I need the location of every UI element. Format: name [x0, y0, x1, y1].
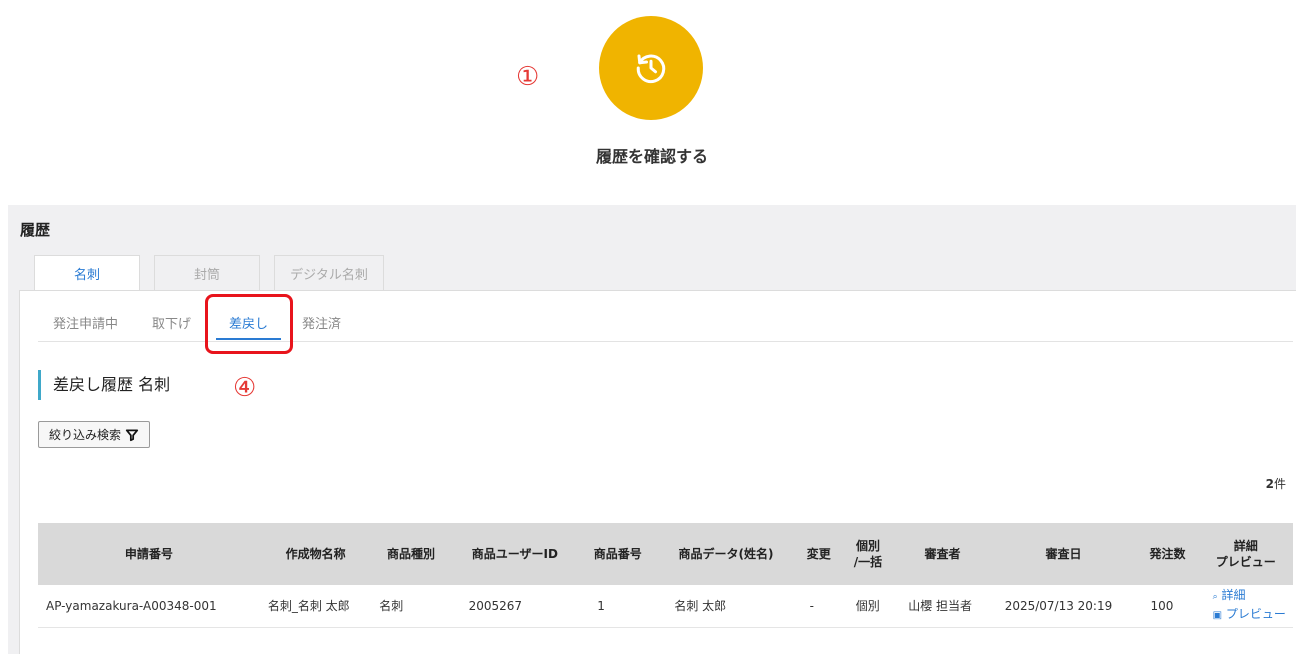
tab-meishi[interactable]: 名刺: [34, 255, 140, 292]
product-tabs: 名刺 封筒 デジタル名刺: [34, 255, 384, 292]
cell-product-number: 1: [597, 598, 605, 613]
cell-user-id: 2005267: [468, 598, 523, 613]
col-product-number: 商品番号: [593, 547, 642, 561]
status-subtabs: 発注申請中 取下げ 差戻し 発注済: [40, 316, 354, 340]
detail-icon: ⌕: [1212, 592, 1218, 603]
col-individual-bulk: 個別 /一括: [853, 539, 883, 569]
detail-link[interactable]: ⌕ 詳細: [1213, 587, 1293, 606]
step-marker-1: ①: [516, 62, 540, 92]
result-count: 2件: [1266, 475, 1286, 492]
col-user-id: 商品ユーザーID: [471, 547, 558, 561]
history-button[interactable]: [599, 16, 703, 120]
cell-product-data: 名刺 太郎: [674, 599, 727, 614]
col-product-data: 商品データ(姓名): [678, 547, 774, 561]
cell-order-quantity: 100: [1150, 598, 1174, 613]
subtab-pending[interactable]: 発注申請中: [40, 316, 131, 340]
section-title: 差戻し履歴 名刺: [38, 370, 170, 400]
result-count-unit: 件: [1273, 477, 1286, 491]
col-order-quantity: 発注数: [1149, 547, 1186, 561]
tab-envelope[interactable]: 封筒: [154, 255, 260, 291]
highlight-box: [205, 294, 293, 354]
preview-link-label: プレビュー: [1225, 607, 1286, 622]
filter-button-label: 絞り込み検索: [49, 428, 122, 442]
cell-reviewer: 山櫻 担当者: [908, 599, 973, 614]
filter-icon: [125, 428, 139, 441]
cell-product-type: 名刺: [379, 599, 404, 614]
history-table: 申請番号 作成物名称 商品種別 商品ユーザーID 商品番号 商品データ(姓名) …: [38, 523, 1293, 628]
subtab-withdrawn[interactable]: 取下げ: [139, 316, 204, 340]
tab-content: 発注申請中 取下げ 差戻し 発注済 ④ 差戻し履歴 名刺 絞り込み検索 2件 申…: [19, 290, 1296, 654]
preview-icon: ▣: [1212, 610, 1223, 622]
preview-link[interactable]: ▣ プレビュー: [1213, 606, 1293, 624]
filter-search-button[interactable]: 絞り込み検索: [38, 421, 151, 448]
cell-change: -: [809, 598, 814, 613]
history-icon: [636, 54, 666, 84]
history-panel: 履歴 名刺 封筒 デジタル名刺 発注申請中 取下げ 差戻し 発注済 ④ 差戻し履…: [8, 205, 1296, 654]
step-marker-4: ④: [233, 373, 257, 403]
panel-title: 履歴: [20, 221, 51, 239]
table-header-row: 申請番号 作成物名称 商品種別 商品ユーザーID 商品番号 商品データ(姓名) …: [38, 523, 1293, 585]
col-detail-preview: 詳細 プレビュー: [1215, 539, 1276, 569]
col-product-name: 作成物名称: [285, 547, 346, 561]
history-header: ① 履歴を確認する: [0, 0, 1304, 205]
col-change: 変更: [806, 547, 831, 561]
col-application-number: 申請番号: [124, 547, 173, 561]
history-button-label: 履歴を確認する: [595, 147, 708, 166]
cell-product-name: 名刺_名刺 太郎: [267, 599, 350, 614]
table-row: AP-yamazakura-A00348-001 名刺_名刺 太郎 名刺 200…: [38, 585, 1293, 627]
cell-application-number: AP-yamazakura-A00348-001: [46, 598, 217, 613]
col-reviewer: 審査者: [924, 547, 961, 561]
subtab-ordered[interactable]: 発注済: [289, 316, 354, 340]
col-product-type: 商品種別: [386, 547, 435, 561]
result-count-number: 2: [1265, 477, 1274, 491]
detail-link-label: 詳細: [1221, 588, 1246, 603]
col-review-date: 審査日: [1045, 547, 1082, 561]
cell-individual-bulk: 個別: [855, 599, 880, 614]
cell-review-date: 2025/07/13 20:19: [1004, 598, 1113, 613]
cell-links: ⌕ 詳細 ▣ プレビュー: [1199, 585, 1293, 627]
tab-digital-meishi[interactable]: デジタル名刺: [274, 255, 384, 291]
